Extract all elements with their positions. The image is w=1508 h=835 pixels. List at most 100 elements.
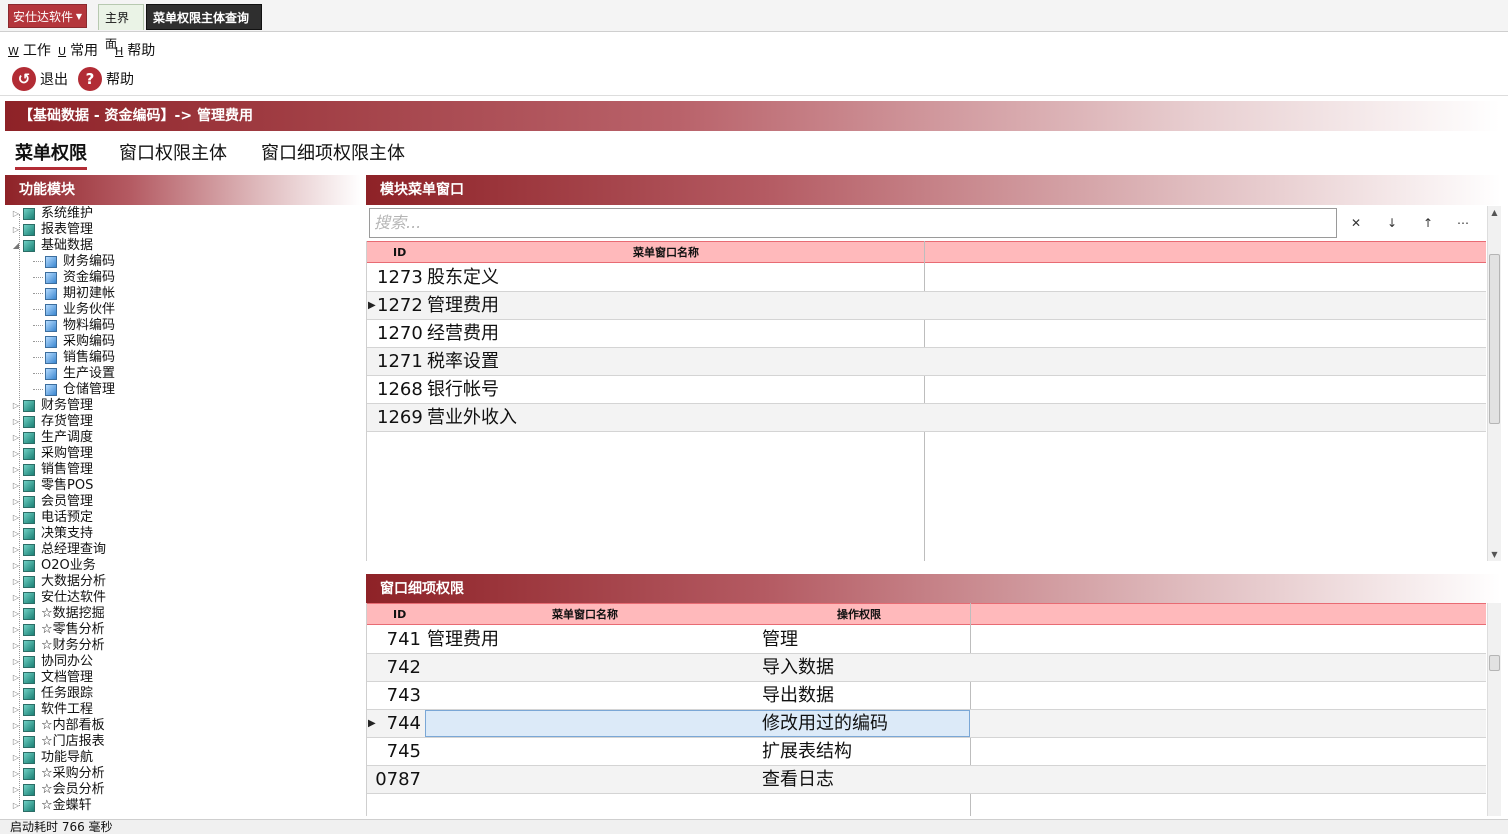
tree-item[interactable]: ▷ 软件工程 xyxy=(11,702,93,718)
table-row[interactable]: 1269 营业外收入 xyxy=(367,404,1486,432)
expand-icon[interactable]: ▷ xyxy=(11,782,21,798)
expand-icon[interactable]: ▷ xyxy=(11,398,21,414)
tree-item[interactable]: ▷ 系统维护 xyxy=(11,206,93,222)
tree-child-item[interactable]: 期初建帐 xyxy=(33,286,115,302)
tree-item[interactable]: ▷ 会员管理 xyxy=(11,494,93,510)
tree-item[interactable]: ▷ ☆会员分析 xyxy=(11,782,105,798)
table-row[interactable]: 742 导入数据 xyxy=(367,654,1486,682)
expand-icon[interactable]: ▷ xyxy=(11,702,21,718)
tree-item[interactable]: ▷ ☆财务分析 xyxy=(11,638,105,654)
search-input[interactable]: 搜索... xyxy=(369,208,1337,238)
table-row[interactable]: ▶ 1272 管理费用 xyxy=(367,292,1486,320)
tree-item[interactable]: ▷ O2O业务 xyxy=(11,558,96,574)
expand-icon[interactable]: ▷ xyxy=(11,798,21,814)
expand-icon[interactable]: ▷ xyxy=(11,510,21,526)
tree-item[interactable]: ▷ 财务管理 xyxy=(11,398,93,414)
expand-icon[interactable]: ▷ xyxy=(11,414,21,430)
tree-item[interactable]: ▷ 功能导航 xyxy=(11,750,93,766)
expand-icon[interactable]: ▷ xyxy=(11,606,21,622)
exit-button[interactable]: ↺ 退出 xyxy=(12,66,68,92)
tree-item[interactable]: ▷ 报表管理 xyxy=(11,222,93,238)
tree-child-item[interactable]: 物料编码 xyxy=(33,318,115,334)
tree-item[interactable]: ▷ ☆门店报表 xyxy=(11,734,105,750)
more-options-icon[interactable]: ⋯ xyxy=(1452,212,1474,234)
tab-window-detail-permission[interactable]: 窗口细项权限主体 xyxy=(261,140,405,170)
tree-item[interactable]: ▷ 文档管理 xyxy=(11,670,93,686)
tab-menu-permission-query[interactable]: 菜单权限主体查询 xyxy=(146,4,262,30)
menu-common[interactable]: U 常用 xyxy=(58,40,98,60)
expand-icon[interactable]: ▷ xyxy=(11,670,21,686)
clear-search-icon[interactable]: ✕ xyxy=(1345,212,1367,234)
tree-item[interactable]: ▷ 安仕达软件 xyxy=(11,590,106,606)
tab-main[interactable]: 主界面 xyxy=(98,4,144,51)
table-row[interactable]: 1270 经营费用 xyxy=(367,320,1486,348)
scroll-thumb[interactable] xyxy=(1489,655,1500,671)
tree-item[interactable]: ▷ 任务跟踪 xyxy=(11,686,93,702)
table-row[interactable]: 741 管理费用 管理 xyxy=(367,626,1486,654)
app-menu-button[interactable]: 安仕达软件 ▼ xyxy=(8,4,87,28)
focused-cell[interactable] xyxy=(425,710,970,737)
tree-item[interactable]: ▷ 销售管理 xyxy=(11,462,93,478)
expand-icon[interactable]: ▷ xyxy=(11,462,21,478)
table-row[interactable]: 745 扩展表结构 xyxy=(367,738,1486,766)
tab-menu-permission[interactable]: 菜单权限 xyxy=(15,140,87,170)
table-row[interactable]: 743 导出数据 xyxy=(367,682,1486,710)
expand-icon[interactable]: ▷ xyxy=(11,526,21,542)
tree-item[interactable]: ▷ 总经理查询 xyxy=(11,542,106,558)
expand-icon[interactable]: ▷ xyxy=(11,734,21,750)
expand-icon[interactable]: ▷ xyxy=(11,622,21,638)
tree-child-item[interactable]: 财务编码 xyxy=(33,254,115,270)
tree-item[interactable]: ▷ 大数据分析 xyxy=(11,574,106,590)
scrollbar[interactable] xyxy=(1487,603,1501,816)
expand-icon[interactable]: ▷ xyxy=(11,430,21,446)
expand-icon[interactable]: ▷ xyxy=(11,558,21,574)
table-row[interactable]: 1268 银行帐号 xyxy=(367,376,1486,404)
tree-item[interactable]: ▷ ☆零售分析 xyxy=(11,622,105,638)
arrow-down-icon[interactable]: ↓ xyxy=(1381,212,1403,234)
tree-item[interactable]: ▷ 协同办公 xyxy=(11,654,93,670)
table-row[interactable]: ▶ 744 修改用过的编码 xyxy=(367,710,1486,738)
expand-icon[interactable]: ▷ xyxy=(11,222,21,238)
tree-child-item[interactable]: 销售编码 xyxy=(33,350,115,366)
expand-icon[interactable]: ▷ xyxy=(11,206,21,222)
expand-icon[interactable]: ▷ xyxy=(11,446,21,462)
tree-item[interactable]: ◢ 基础数据 xyxy=(11,238,93,254)
collapse-icon[interactable]: ◢ xyxy=(11,238,21,254)
tree-child-item[interactable]: 资金编码 xyxy=(33,270,115,286)
scroll-down-icon[interactable]: ▼ xyxy=(1488,550,1501,559)
expand-icon[interactable]: ▷ xyxy=(11,590,21,606)
tree-child-item[interactable]: 业务伙伴 xyxy=(33,302,115,318)
tree-item[interactable]: ▷ ☆数据挖掘 xyxy=(11,606,105,622)
scrollbar[interactable]: ▲ ▼ xyxy=(1487,206,1501,561)
tab-window-permission[interactable]: 窗口权限主体 xyxy=(119,140,227,170)
expand-icon[interactable]: ▷ xyxy=(11,654,21,670)
tree-child-item[interactable]: 生产设置 xyxy=(33,366,115,382)
table-row[interactable]: 1273 股东定义 xyxy=(367,264,1486,292)
tree-item[interactable]: ▷ 生产调度 xyxy=(11,430,93,446)
expand-icon[interactable]: ▷ xyxy=(11,718,21,734)
expand-icon[interactable]: ▷ xyxy=(11,638,21,654)
scroll-up-icon[interactable]: ▲ xyxy=(1488,208,1501,217)
expand-icon[interactable]: ▷ xyxy=(11,750,21,766)
expand-icon[interactable]: ▷ xyxy=(11,478,21,494)
expand-icon[interactable]: ▷ xyxy=(11,494,21,510)
help-button[interactable]: ? 帮助 xyxy=(78,66,134,92)
tree-child-item[interactable]: 仓储管理 xyxy=(33,382,115,398)
menu-work[interactable]: W 工作 xyxy=(8,40,51,60)
expand-icon[interactable]: ▷ xyxy=(11,574,21,590)
expand-icon[interactable]: ▷ xyxy=(11,542,21,558)
tree-item[interactable]: ▷ ☆内部看板 xyxy=(11,718,105,734)
tree-item[interactable]: ▷ 存货管理 xyxy=(11,414,93,430)
tree-item[interactable]: ▷ 电话预定 xyxy=(11,510,93,526)
scroll-thumb[interactable] xyxy=(1489,254,1500,424)
tree-item[interactable]: ▷ ☆采购分析 xyxy=(11,766,105,782)
tree-item[interactable]: ▷ 采购管理 xyxy=(11,446,93,462)
table-row[interactable]: 0787 查看日志 xyxy=(367,766,1486,794)
table-row[interactable]: 1271 税率设置 xyxy=(367,348,1486,376)
tree-item[interactable]: ▷ 决策支持 xyxy=(11,526,93,542)
tree-item[interactable]: ▷ 零售POS xyxy=(11,478,93,494)
arrow-up-icon[interactable]: ↑ xyxy=(1417,212,1439,234)
expand-icon[interactable]: ▷ xyxy=(11,686,21,702)
menu-help[interactable]: H 帮助 xyxy=(115,40,155,60)
expand-icon[interactable]: ▷ xyxy=(11,766,21,782)
